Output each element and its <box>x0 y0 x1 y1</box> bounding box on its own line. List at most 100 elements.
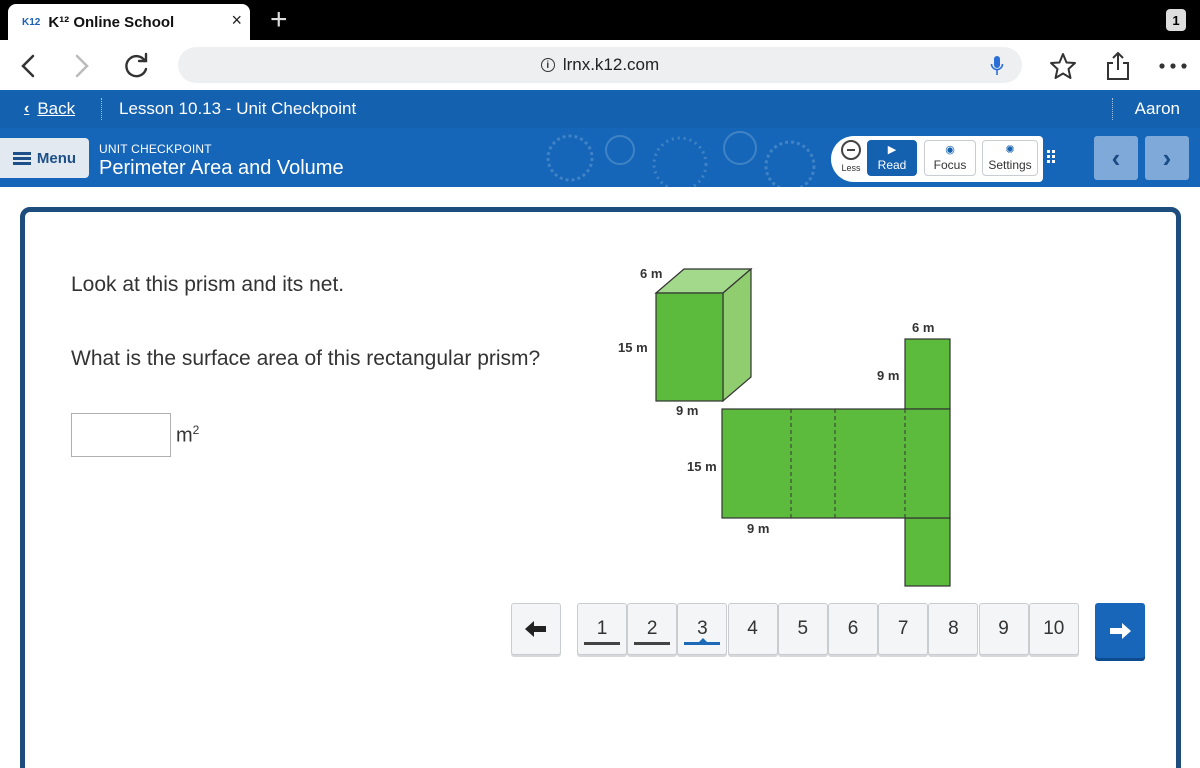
back-link[interactable]: ‹ Back <box>24 99 75 119</box>
page-number: 5 <box>797 618 809 639</box>
caret-up-icon <box>698 638 709 643</box>
reading-tools: Less ▶ Read ◉ Focus ✺ Settings <box>831 136 1043 182</box>
chevron-left-icon <box>21 54 35 78</box>
tab-title: K¹² Online School <box>48 13 175 31</box>
previous-page-button[interactable]: ‹ <box>1094 136 1138 180</box>
browser-back-button[interactable] <box>12 50 44 82</box>
net-height-label: 15 m <box>687 459 717 474</box>
focus-label: Focus <box>933 158 967 172</box>
more-dots-icon <box>1159 63 1187 69</box>
question-intro: Look at this prism and its net. <box>71 273 345 296</box>
answer-input[interactable] <box>71 413 171 457</box>
answered-indicator <box>584 642 620 645</box>
browser-forward-button[interactable] <box>66 50 98 82</box>
arrow-right-icon <box>1110 622 1131 639</box>
page-button-1[interactable]: 1 <box>577 603 627 655</box>
minus-icon <box>841 140 861 160</box>
microphone-icon[interactable] <box>990 55 1004 77</box>
unit-base: m <box>176 424 193 447</box>
answer-unit: m2 <box>176 423 199 448</box>
page-number: 8 <box>948 618 959 639</box>
prism-bottom-label: 9 m <box>676 403 698 418</box>
tab-count-badge[interactable]: 1 <box>1166 9 1186 31</box>
back-label[interactable]: Back <box>37 99 75 119</box>
bookmark-button[interactable] <box>1047 50 1079 82</box>
page-button-9[interactable]: 9 <box>978 603 1029 655</box>
more-options-button[interactable] <box>1157 50 1189 82</box>
browser-tab[interactable]: K12 K¹² Online School × <box>8 4 250 40</box>
net-depth-label: 9 m <box>877 368 899 383</box>
play-icon: ▶ <box>887 144 897 156</box>
read-label: Read <box>877 158 907 172</box>
reload-button[interactable] <box>121 50 153 82</box>
gear-icon: ✺ <box>1005 144 1015 156</box>
page-number: 4 <box>747 618 758 639</box>
share-icon <box>1107 51 1129 80</box>
page-number: 6 <box>847 618 859 639</box>
less-button[interactable]: Less <box>838 140 864 173</box>
prism-front-face <box>655 292 724 402</box>
prism-and-net-figure: 6 m 15 m 9 m 6 m 9 m 15 m 9 m <box>618 266 951 587</box>
answered-indicator <box>634 642 671 645</box>
new-tab-button[interactable]: + <box>270 3 288 37</box>
page-button-8[interactable]: 8 <box>928 603 979 655</box>
less-label: Less <box>841 163 861 173</box>
browser-tab-bar: K12 K¹² Online School × + 1 <box>0 0 1200 40</box>
divider <box>1112 98 1113 120</box>
app-header: ‹ Back Lesson 10.13 - Unit Checkpoint Aa… <box>0 90 1200 128</box>
prism-top-label: 6 m <box>640 266 662 281</box>
net-top-width-label: 6 m <box>912 320 934 335</box>
settings-label: Settings <box>988 158 1032 172</box>
page-button-4[interactable]: 4 <box>727 603 778 655</box>
prism: 6 m 15 m 9 m <box>618 266 753 418</box>
page-number: 9 <box>998 618 1009 639</box>
page-button-3[interactable]: 3 <box>677 603 728 655</box>
read-button[interactable]: ▶ Read <box>867 140 917 176</box>
page-number: 3 <box>697 618 708 639</box>
net-top-flap <box>904 338 951 410</box>
net-bottom-flap <box>904 517 951 587</box>
lesson-title: Lesson 10.13 - Unit Checkpoint <box>119 99 357 118</box>
page-button-7[interactable]: 7 <box>878 603 929 655</box>
page-number: 10 <box>1043 618 1065 639</box>
close-tab-icon[interactable]: × <box>231 10 242 31</box>
next-page-button[interactable]: › <box>1145 136 1189 180</box>
page-button-2[interactable]: 2 <box>627 603 678 655</box>
chevron-left-icon: ‹ <box>24 100 30 117</box>
unit-title: Perimeter Area and Volume <box>99 157 344 179</box>
page-button-10[interactable]: 10 <box>1028 603 1079 655</box>
page-button-5[interactable]: 5 <box>777 603 828 655</box>
settings-button[interactable]: ✺ Settings <box>982 140 1038 176</box>
unit-exponent: 2 <box>192 423 200 437</box>
divider <box>101 98 102 120</box>
page-button-6[interactable]: 6 <box>828 603 878 655</box>
unit-header: Menu UNIT CHECKPOINT Perimeter Area and … <box>0 128 1200 187</box>
next-question-button[interactable] <box>1095 603 1145 658</box>
arrow-left-icon <box>525 621 546 637</box>
page-number: 2 <box>646 618 658 639</box>
star-icon <box>1050 53 1076 79</box>
prism-side-face <box>722 267 752 403</box>
url-text[interactable]: lrnx.k12.com <box>563 55 659 75</box>
page-number: 7 <box>897 618 909 639</box>
question-prompt: What is the surface area of this rectang… <box>71 347 541 370</box>
page-number: 1 <box>596 618 608 639</box>
drag-handle-icon[interactable] <box>1047 150 1055 165</box>
prism-side-label: 15 m <box>618 340 648 355</box>
k12-favicon-icon: K12 <box>22 16 41 28</box>
menu-icon <box>12 150 31 167</box>
decorative-pattern <box>546 131 816 187</box>
net-band <box>721 408 951 519</box>
menu-button[interactable]: Menu <box>0 138 89 178</box>
user-name[interactable]: Aaron <box>1135 99 1180 119</box>
reload-icon <box>125 52 148 78</box>
previous-question-button[interactable] <box>511 603 561 655</box>
eye-icon: ◉ <box>945 144 955 156</box>
net-bottom-width-label: 9 m <box>747 521 769 536</box>
address-row: i lrnx.k12.com <box>0 40 1200 90</box>
info-icon[interactable]: i <box>540 58 555 72</box>
url-bar[interactable]: i lrnx.k12.com <box>178 47 1022 83</box>
chevron-right-icon <box>75 54 89 78</box>
share-button[interactable] <box>1102 50 1134 82</box>
focus-button[interactable]: ◉ Focus <box>924 140 976 176</box>
